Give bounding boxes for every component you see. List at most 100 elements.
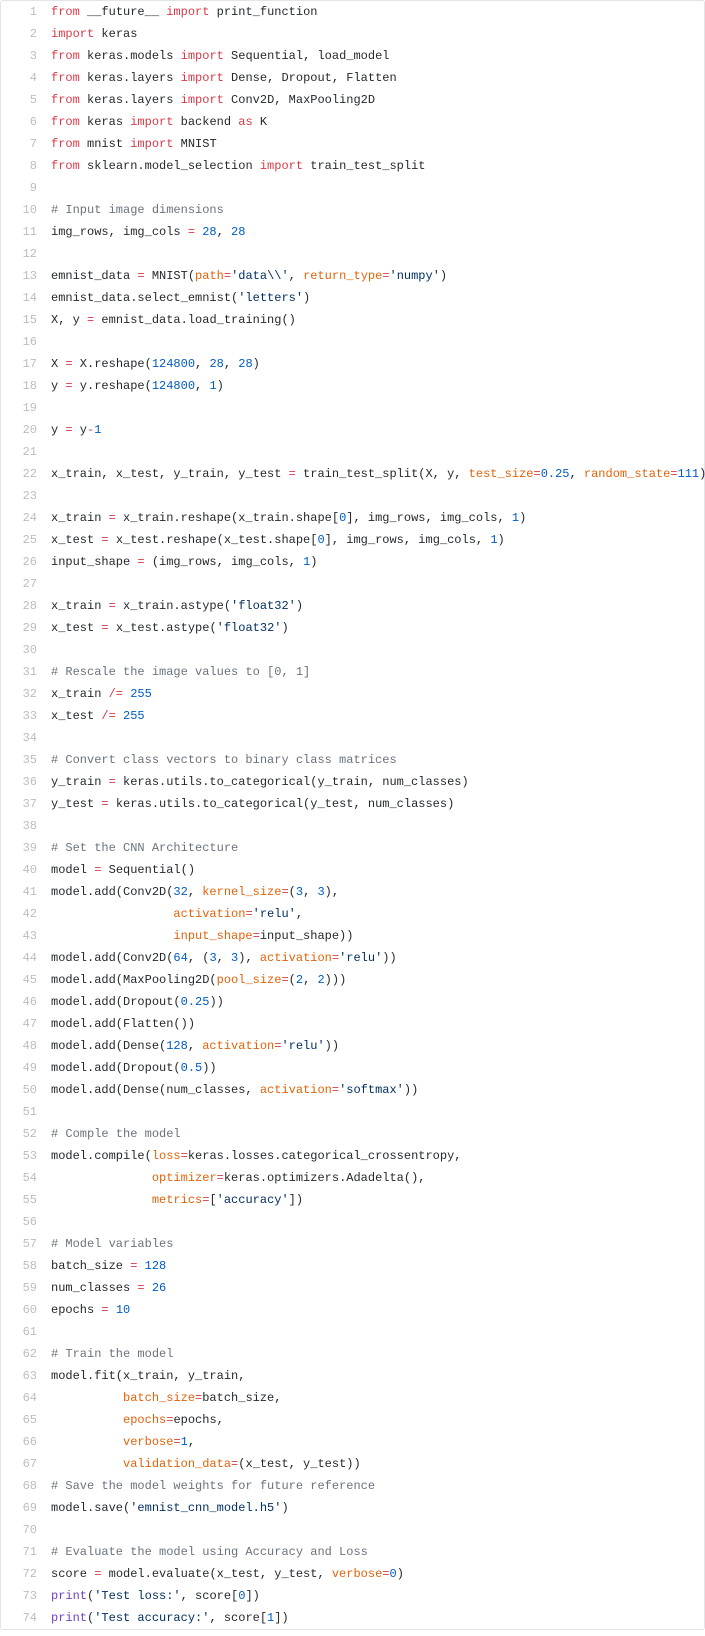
line-number: 56 [1,1211,45,1233]
code-line: 33x_test /= 255 [1,705,705,727]
code-line: 2import keras [1,23,705,45]
line-number: 41 [1,881,45,903]
line-content: score = model.evaluate(x_test, y_test, v… [45,1563,705,1585]
code-line: 59num_classes = 26 [1,1277,705,1299]
code-line: 15X, y = emnist_data.load_training() [1,309,705,331]
line-content: metrics=['accuracy']) [45,1189,705,1211]
code-line: 16 [1,331,705,353]
line-content [45,1101,705,1123]
line-number: 47 [1,1013,45,1035]
code-line: 53model.compile(loss=keras.losses.catego… [1,1145,705,1167]
line-number: 72 [1,1563,45,1585]
line-content: x_train, x_test, y_train, y_test = train… [45,463,705,485]
code-line: 45model.add(MaxPooling2D(pool_size=(2, 2… [1,969,705,991]
line-content [45,243,705,265]
line-content: img_rows, img_cols = 28, 28 [45,221,705,243]
line-number: 36 [1,771,45,793]
line-content: model = Sequential() [45,859,705,881]
code-line: 35# Convert class vectors to binary clas… [1,749,705,771]
code-line: 56 [1,1211,705,1233]
line-content: batch_size = 128 [45,1255,705,1277]
line-number: 50 [1,1079,45,1101]
code-line: 34 [1,727,705,749]
code-line: 51 [1,1101,705,1123]
code-block: 1from __future__ import print_function2i… [0,0,705,1630]
line-content [45,331,705,353]
code-line: 60epochs = 10 [1,1299,705,1321]
line-content: # Evaluate the model using Accuracy and … [45,1541,705,1563]
line-number: 15 [1,309,45,331]
line-number: 7 [1,133,45,155]
line-content: from __future__ import print_function [45,1,705,23]
code-line: 42 activation='relu', [1,903,705,925]
line-content: optimizer=keras.optimizers.Adadelta(), [45,1167,705,1189]
code-line: 14emnist_data.select_emnist('letters') [1,287,705,309]
code-line: 50model.add(Dense(num_classes, activatio… [1,1079,705,1101]
code-line: 20y = y-1 [1,419,705,441]
code-line: 26input_shape = (img_rows, img_cols, 1) [1,551,705,573]
line-content: from keras.layers import Conv2D, MaxPool… [45,89,705,111]
code-line: 54 optimizer=keras.optimizers.Adadelta()… [1,1167,705,1189]
line-content: verbose=1, [45,1431,705,1453]
line-number: 66 [1,1431,45,1453]
code-line: 64 batch_size=batch_size, [1,1387,705,1409]
line-content: X = X.reshape(124800, 28, 28) [45,353,705,375]
line-content: y_train = keras.utils.to_categorical(y_t… [45,771,705,793]
code-line: 40model = Sequential() [1,859,705,881]
line-number: 25 [1,529,45,551]
line-number: 57 [1,1233,45,1255]
code-line: 38 [1,815,705,837]
line-content: batch_size=batch_size, [45,1387,705,1409]
code-line: 1from __future__ import print_function [1,1,705,23]
line-number: 12 [1,243,45,265]
line-number: 40 [1,859,45,881]
line-content: model.add(MaxPooling2D(pool_size=(2, 2))… [45,969,705,991]
line-number: 68 [1,1475,45,1497]
line-number: 61 [1,1321,45,1343]
line-number: 53 [1,1145,45,1167]
line-number: 58 [1,1255,45,1277]
code-line: 9 [1,177,705,199]
line-content [45,727,705,749]
code-line: 21 [1,441,705,463]
line-number: 30 [1,639,45,661]
code-line: 44model.add(Conv2D(64, (3, 3), activatio… [1,947,705,969]
line-number: 64 [1,1387,45,1409]
line-content: model.add(Conv2D(32, kernel_size=(3, 3), [45,881,705,903]
line-number: 44 [1,947,45,969]
code-line: 46model.add(Dropout(0.25)) [1,991,705,1013]
code-line: 27 [1,573,705,595]
line-number: 42 [1,903,45,925]
code-line: 63model.fit(x_train, y_train, [1,1365,705,1387]
line-number: 6 [1,111,45,133]
line-content [45,1321,705,1343]
code-line: 69model.save('emnist_cnn_model.h5') [1,1497,705,1519]
code-line: 37y_test = keras.utils.to_categorical(y_… [1,793,705,815]
line-number: 10 [1,199,45,221]
line-number: 14 [1,287,45,309]
line-content: from keras.layers import Dense, Dropout,… [45,67,705,89]
line-number: 9 [1,177,45,199]
code-line: 6from keras import backend as K [1,111,705,133]
line-content: model.add(Conv2D(64, (3, 3), activation=… [45,947,705,969]
line-number: 60 [1,1299,45,1321]
line-content [45,1519,705,1541]
line-number: 27 [1,573,45,595]
line-number: 23 [1,485,45,507]
line-content [45,639,705,661]
code-line: 47model.add(Flatten()) [1,1013,705,1035]
code-line: 74print('Test accuracy:', score[1]) [1,1607,705,1629]
line-content: model.fit(x_train, y_train, [45,1365,705,1387]
line-content: model.save('emnist_cnn_model.h5') [45,1497,705,1519]
line-content: x_train = x_train.reshape(x_train.shape[… [45,507,705,529]
line-number: 59 [1,1277,45,1299]
line-number: 32 [1,683,45,705]
code-line: 18y = y.reshape(124800, 1) [1,375,705,397]
line-number: 29 [1,617,45,639]
line-content: x_train = x_train.astype('float32') [45,595,705,617]
code-line: 43 input_shape=input_shape)) [1,925,705,947]
code-line: 10# Input image dimensions [1,199,705,221]
code-line: 23 [1,485,705,507]
line-content: # Set the CNN Architecture [45,837,705,859]
line-number: 54 [1,1167,45,1189]
